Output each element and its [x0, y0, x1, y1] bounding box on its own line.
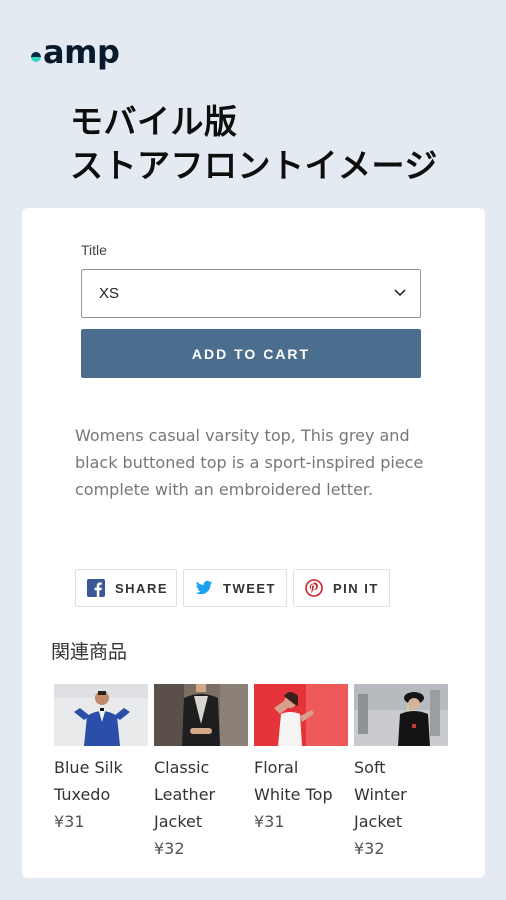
- product-image: [54, 684, 148, 746]
- headline-line-2: ストアフロントイメージ: [70, 146, 438, 185]
- headline: モバイル版 ストアフロントイメージ: [70, 100, 438, 188]
- amp-logo: amp: [31, 33, 120, 71]
- product-name-line: Jacket: [154, 812, 203, 831]
- related-product-blue-silk-tuxedo[interactable]: Blue Silk Tuxedo ¥31: [54, 684, 148, 835]
- twitter-icon: [195, 579, 213, 597]
- add-to-cart-button[interactable]: ADD TO CART: [81, 329, 421, 378]
- product-price: ¥31: [54, 812, 85, 831]
- product-name-line: Soft: [354, 758, 386, 777]
- pinterest-share-button[interactable]: PIN IT: [293, 569, 390, 607]
- twitter-share-button[interactable]: TWEET: [183, 569, 287, 607]
- tweet-label: TWEET: [223, 580, 276, 596]
- size-select[interactable]: XS: [81, 269, 421, 318]
- product-name-line: White Top: [254, 785, 333, 804]
- pinterest-icon: [305, 579, 323, 597]
- chevron-down-icon: [394, 289, 406, 297]
- option-label: Title: [81, 242, 107, 258]
- related-product-soft-winter-jacket[interactable]: Soft Winter Jacket ¥32: [354, 684, 448, 862]
- facebook-icon: [87, 579, 105, 597]
- product-image: [254, 684, 348, 746]
- product-price: ¥32: [354, 839, 385, 858]
- product-image: [354, 684, 448, 746]
- related-product-floral-white-top[interactable]: Floral White Top ¥31: [254, 684, 348, 835]
- logo-dot-icon: [31, 52, 41, 62]
- product-price: ¥32: [154, 839, 185, 858]
- product-name-line: Leather: [154, 785, 216, 804]
- product-name-line: Tuxedo: [54, 785, 111, 804]
- related-products-title: 関連商品: [51, 641, 128, 663]
- storefront-card: Title XS ADD TO CART Womens casual varsi…: [22, 208, 485, 878]
- product-image: [154, 684, 248, 746]
- facebook-share-button[interactable]: SHARE: [75, 569, 177, 607]
- product-name-line: Blue Silk: [54, 758, 123, 777]
- related-product-classic-leather-jacket[interactable]: Classic Leather Jacket ¥32: [154, 684, 248, 862]
- product-description: Womens casual varsity top, This grey and…: [75, 426, 424, 499]
- product-price: ¥31: [254, 812, 285, 831]
- share-label: SHARE: [115, 580, 169, 596]
- size-select-value: XS: [99, 285, 120, 302]
- product-name-line: Jacket: [354, 812, 403, 831]
- product-name-line: Classic: [154, 758, 210, 777]
- product-name-line: Floral: [254, 758, 299, 777]
- headline-line-1: モバイル版: [70, 102, 238, 141]
- logo-text: amp: [43, 33, 120, 71]
- pin-it-label: PIN IT: [333, 580, 379, 596]
- product-name-line: Winter: [354, 785, 407, 804]
